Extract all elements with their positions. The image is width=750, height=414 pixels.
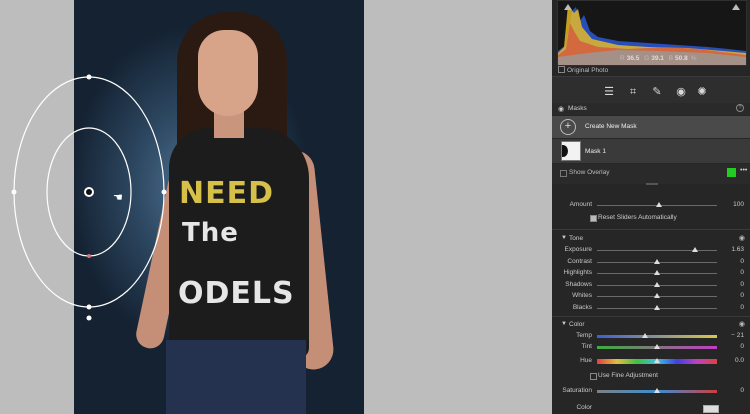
tint-slider[interactable]: Tint 0: [552, 342, 750, 353]
amount-slider[interactable]: Amount 100: [552, 200, 750, 211]
highlights-slider-knob[interactable]: [654, 270, 660, 275]
original-photo-toggle[interactable]: Original Photo: [558, 66, 608, 74]
hand-cursor-icon: ☚: [113, 191, 123, 204]
redeye-icon[interactable]: ◉: [674, 85, 688, 99]
mask-top-handle[interactable]: [86, 74, 92, 80]
color-swatch-row[interactable]: Color: [552, 403, 750, 414]
contrast-slider-knob[interactable]: [654, 258, 660, 264]
blacks-slider-knob[interactable]: [654, 304, 660, 310]
fine-adjust-row: Use Fine Adjustment: [552, 371, 750, 382]
masks-title: Masks: [568, 105, 587, 112]
blacks-slider[interactable]: Blacks 0: [552, 303, 750, 314]
color-visibility-eye-icon[interactable]: ◉: [739, 320, 745, 328]
divider: [552, 316, 750, 317]
more-options-icon[interactable]: •••: [740, 167, 747, 174]
masking-icon[interactable]: ✺: [695, 85, 709, 99]
mask-bottom-handle[interactable]: [86, 304, 92, 310]
radial-gradient-mask-overlay[interactable]: ☚: [0, 0, 552, 414]
masks-visibility-eye-icon[interactable]: ◉: [558, 105, 564, 113]
healing-icon[interactable]: ✎: [650, 85, 664, 99]
rgb-readout: R 36.5 G 39.1 B 50.8%: [620, 55, 697, 62]
mask-name: Mask 1: [585, 148, 606, 155]
hue-slider[interactable]: Hue 0.0: [552, 356, 750, 367]
mask-feather-handle[interactable]: [87, 254, 91, 258]
original-photo-checkbox[interactable]: [558, 66, 565, 73]
collapse-triangle-icon[interactable]: ▼: [561, 235, 567, 241]
whites-slider[interactable]: Whites 0: [552, 291, 750, 302]
highlight-clipping-icon[interactable]: [732, 4, 740, 10]
color-section-header[interactable]: ▼ Color ◉: [552, 319, 750, 331]
whites-slider-knob[interactable]: [654, 293, 660, 298]
hue-slider-knob[interactable]: [654, 358, 660, 363]
collapse-triangle-icon[interactable]: ▼: [561, 321, 567, 327]
saturation-slider-knob[interactable]: [654, 388, 660, 393]
temp-slider[interactable]: Temp − 21: [552, 331, 750, 342]
panel-resize-handle[interactable]: [646, 183, 658, 185]
masks-header: ◉ Masks ?: [552, 103, 750, 115]
exposure-slider-knob[interactable]: [692, 247, 699, 252]
mask-list-item[interactable]: Mask 1: [552, 139, 750, 163]
show-overlay-checkbox[interactable]: [560, 170, 567, 177]
crop-icon[interactable]: ⌗: [626, 85, 640, 99]
shadow-clipping-icon[interactable]: [564, 4, 572, 10]
help-icon[interactable]: ?: [736, 104, 744, 112]
shadows-slider-knob[interactable]: [654, 281, 660, 287]
mask-thumbnail: [561, 141, 581, 161]
tint-slider-knob[interactable]: [654, 344, 660, 349]
mask-right-handle[interactable]: [161, 189, 167, 195]
histogram[interactable]: R 36.5 G 39.1 B 50.8%: [557, 0, 747, 66]
tone-visibility-eye-icon[interactable]: ◉: [739, 234, 745, 242]
edit-sliders-icon[interactable]: ☰: [602, 85, 616, 99]
create-new-mask-label: Create New Mask: [585, 123, 637, 130]
show-overlay-row: Show Overlay •••: [552, 164, 750, 184]
mask-rotate-handle[interactable]: [86, 315, 92, 321]
overlay-color-swatch[interactable]: [727, 168, 736, 177]
show-overlay-label: Show Overlay: [569, 169, 610, 176]
highlights-slider[interactable]: Highlights 0: [552, 268, 750, 279]
mask-pin-icon[interactable]: [86, 189, 92, 195]
plus-icon[interactable]: +: [560, 119, 576, 135]
reset-sliders-checkbox[interactable]: [590, 215, 597, 222]
exposure-slider[interactable]: Exposure 1.63: [552, 245, 750, 256]
tone-section-header[interactable]: ▼ Tone ◉: [552, 233, 750, 245]
color-swatch[interactable]: [703, 405, 719, 413]
mask-left-handle[interactable]: [11, 189, 17, 195]
divider: [552, 229, 750, 230]
amount-slider-knob[interactable]: [656, 202, 662, 207]
image-canvas[interactable]: NEED The ODELS ☚: [0, 0, 552, 414]
create-new-mask-button[interactable]: + Create New Mask: [552, 116, 750, 138]
shadows-slider[interactable]: Shadows 0: [552, 280, 750, 291]
contrast-slider[interactable]: Contrast 0: [552, 257, 750, 268]
temp-slider-knob[interactable]: [642, 333, 648, 338]
saturation-slider[interactable]: Saturation 0: [552, 386, 750, 397]
develop-right-panel: R 36.5 G 39.1 B 50.8% Original Photo ☰ ⌗ ✎ …: [552, 0, 750, 414]
reset-sliders-row: Reset Sliders Automatically: [552, 213, 750, 224]
fine-adjust-checkbox[interactable]: [590, 373, 597, 380]
